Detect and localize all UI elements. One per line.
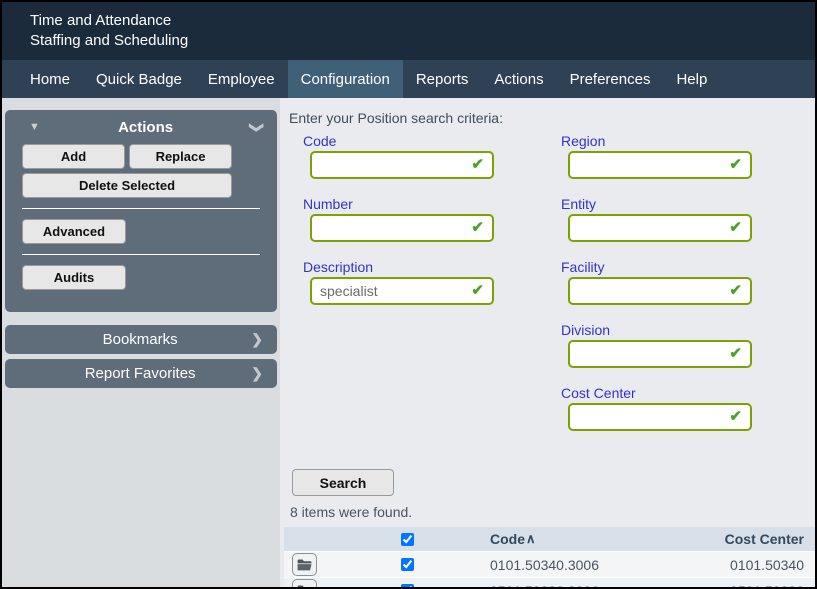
table-header-row: Code ∧ Cost Center <box>284 527 815 551</box>
row-checkbox[interactable] <box>401 558 414 571</box>
cost-center-column-header[interactable]: Cost Center <box>666 531 815 547</box>
delete-selected-button[interactable]: Delete Selected <box>22 173 232 198</box>
sidebar: ▼ Actions ❯ Add Replace Delete Selected … <box>2 98 280 587</box>
row-code-value: 0501.50220.3006 <box>490 583 666 588</box>
open-record-button[interactable] <box>292 579 317 587</box>
nav-item-employee[interactable]: Employee <box>195 60 288 98</box>
audits-button[interactable]: Audits <box>22 265 126 290</box>
chevron-down-icon[interactable]: ❯ <box>249 121 266 133</box>
main-content: Enter your Position search criteria: Cod… <box>280 98 815 587</box>
checkmark-icon: ✔ <box>729 344 742 362</box>
code-field-label: Code <box>303 133 547 149</box>
advanced-button[interactable]: Advanced <box>22 219 126 244</box>
search-criteria-heading: Enter your Position search criteria: <box>289 110 815 126</box>
nav-item-actions[interactable]: Actions <box>481 60 556 98</box>
entity-input[interactable] <box>570 216 722 240</box>
checkmark-icon: ✔ <box>471 218 484 236</box>
sort-ascending-icon[interactable]: ∧ <box>526 531 536 547</box>
region-input[interactable] <box>570 153 722 177</box>
divider <box>22 254 260 255</box>
nav-item-quick-badge[interactable]: Quick Badge <box>83 60 195 98</box>
checkmark-icon: ✔ <box>729 281 742 299</box>
code-input[interactable] <box>312 153 464 177</box>
row-cost-center-value: 0101.50340 <box>666 557 815 573</box>
row-checkbox[interactable] <box>401 584 414 587</box>
region-field-label: Region <box>561 133 807 149</box>
position-search-form: Code ✔ Number ✔ Descri <box>289 133 815 448</box>
description-input[interactable] <box>312 279 464 303</box>
division-field-label: Division <box>561 322 807 338</box>
app-header: Time and Attendance Staffing and Schedul… <box>2 2 815 60</box>
folder-icon <box>297 585 312 588</box>
search-button[interactable]: Search <box>292 469 394 496</box>
nav-item-help[interactable]: Help <box>663 60 720 98</box>
results-summary: 8 items were found. <box>290 504 815 520</box>
code-column-header[interactable]: Code <box>490 531 525 547</box>
checkmark-icon: ✔ <box>729 218 742 236</box>
app-window: Time and Attendance Staffing and Schedul… <box>0 0 817 589</box>
add-button[interactable]: Add <box>22 144 125 169</box>
nav-item-configuration[interactable]: Configuration <box>288 60 403 98</box>
actions-panel: ▼ Actions ❯ Add Replace Delete Selected … <box>5 110 277 312</box>
row-cost-center-value: 0501.50220 <box>666 583 815 588</box>
chevron-right-icon[interactable]: ❯ <box>251 331 263 348</box>
nav-item-preferences[interactable]: Preferences <box>557 60 664 98</box>
entity-field-label: Entity <box>561 196 807 212</box>
app-title-line2: Staffing and Scheduling <box>30 31 815 51</box>
nav-item-home[interactable]: Home <box>17 60 83 98</box>
nav-item-reports[interactable]: Reports <box>403 60 482 98</box>
table-row: 0101.50340.3006 0101.50340 <box>284 551 815 577</box>
number-field-label: Number <box>303 196 547 212</box>
checkmark-icon: ✔ <box>471 281 484 299</box>
checkmark-icon: ✔ <box>729 155 742 173</box>
open-record-button[interactable] <box>292 553 317 576</box>
checkmark-icon: ✔ <box>471 155 484 173</box>
facility-field-label: Facility <box>561 259 807 275</box>
actions-panel-title: Actions <box>40 119 251 136</box>
bookmarks-panel[interactable]: Bookmarks ❯ <box>5 325 277 354</box>
replace-button[interactable]: Replace <box>129 144 232 169</box>
chevron-right-icon[interactable]: ❯ <box>251 365 263 382</box>
bookmarks-panel-title: Bookmarks <box>29 331 251 348</box>
division-input[interactable] <box>570 342 722 366</box>
cost-center-input[interactable] <box>570 405 722 429</box>
facility-input[interactable] <box>570 279 722 303</box>
triangle-down-icon: ▼ <box>29 121 40 133</box>
description-field-label: Description <box>303 259 547 275</box>
cost-center-field-label: Cost Center <box>561 385 807 401</box>
app-title-line1: Time and Attendance <box>30 11 815 31</box>
report-favorites-panel[interactable]: Report Favorites ❯ <box>5 359 277 388</box>
select-all-checkbox[interactable] <box>401 533 414 546</box>
divider <box>22 208 260 209</box>
number-input[interactable] <box>312 216 464 240</box>
checkmark-icon: ✔ <box>729 407 742 425</box>
folder-icon <box>297 559 312 571</box>
table-row: 0501.50220.3006 0501.50220 <box>284 577 815 587</box>
row-code-value: 0101.50340.3006 <box>490 557 666 573</box>
actions-panel-header[interactable]: ▼ Actions ❯ <box>5 110 277 144</box>
results-table: Code ∧ Cost Center <box>284 527 815 587</box>
main-nav: Home Quick Badge Employee Configuration … <box>2 60 815 98</box>
report-favorites-panel-title: Report Favorites <box>29 365 251 382</box>
